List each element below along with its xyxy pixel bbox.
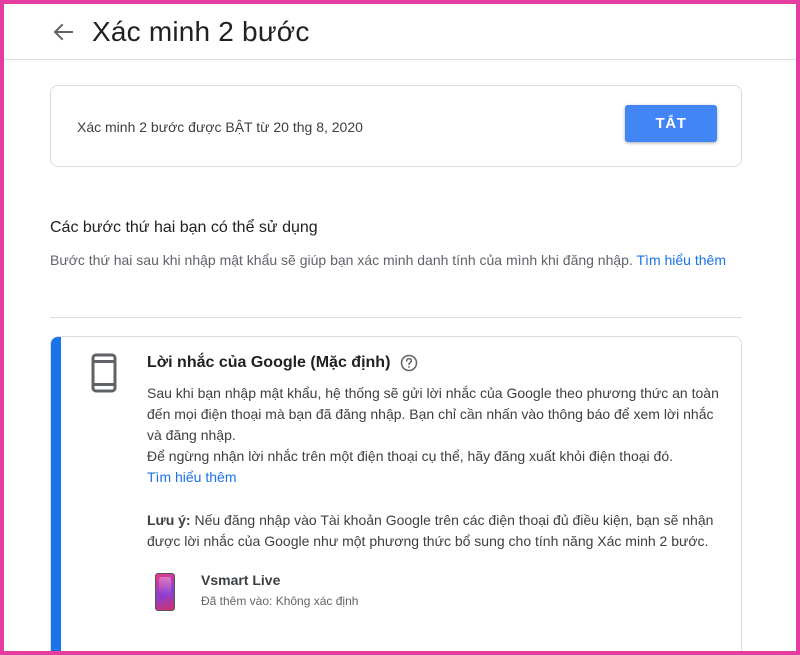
- google-prompt-title: Lời nhắc của Google (Mặc định): [147, 354, 418, 372]
- learn-more-link[interactable]: Tìm hiểu thêm: [637, 252, 726, 268]
- turn-off-button[interactable]: TẮT: [625, 105, 717, 142]
- google-prompt-card: Lời nhắc của Google (Mặc định) Sau khi b…: [50, 336, 742, 655]
- help-circle-icon[interactable]: [400, 354, 418, 372]
- device-info: Vsmart Live Đã thêm vào: Không xác định: [201, 572, 359, 608]
- device-thumbnail: [155, 573, 175, 611]
- second-steps-description-text: Bước thứ hai sau khi nhập mật khẩu sẽ gi…: [50, 252, 633, 268]
- google-prompt-body-2: Để ngừng nhận lời nhắc trên một điện tho…: [147, 448, 674, 464]
- second-steps-title: Các bước thứ hai bạn có thể sử dụng: [50, 219, 318, 236]
- google-prompt-learn-more-link[interactable]: Tìm hiểu thêm: [147, 469, 236, 485]
- status-card: Xác minh 2 bước được BẬT từ 20 thg 8, 20…: [50, 85, 742, 167]
- google-prompt-body-1: Sau khi bạn nhập mật khẩu, hệ thống sẽ g…: [147, 385, 719, 443]
- google-prompt-title-text: Lời nhắc của Google (Mặc định): [147, 354, 391, 371]
- back-button[interactable]: [50, 20, 76, 44]
- arrow-back-icon: [53, 23, 73, 41]
- device-row: Vsmart Live Đã thêm vào: Không xác định: [155, 572, 359, 617]
- note-label: Lưu ý:: [147, 512, 191, 528]
- note-text: Nếu đăng nhập vào Tài khoản Google trên …: [147, 512, 714, 549]
- divider: [50, 317, 742, 318]
- google-prompt-note: Lưu ý: Nếu đăng nhập vào Tài khoản Googl…: [147, 510, 727, 552]
- device-name: Vsmart Live: [201, 572, 281, 588]
- status-text: Xác minh 2 bước được BẬT từ 20 thg 8, 20…: [77, 119, 363, 135]
- second-steps-description: Bước thứ hai sau khi nhập mật khẩu sẽ gi…: [50, 250, 740, 271]
- page-header: Xác minh 2 bước: [4, 4, 796, 60]
- device-added-date: Đã thêm vào: Không xác định: [201, 594, 359, 608]
- google-prompt-body: Sau khi bạn nhập mật khẩu, hệ thống sẽ g…: [147, 383, 727, 488]
- card-accent-bar: [51, 337, 61, 655]
- page-title: Xác minh 2 bước: [92, 16, 310, 47]
- smartphone-icon: [91, 353, 117, 393]
